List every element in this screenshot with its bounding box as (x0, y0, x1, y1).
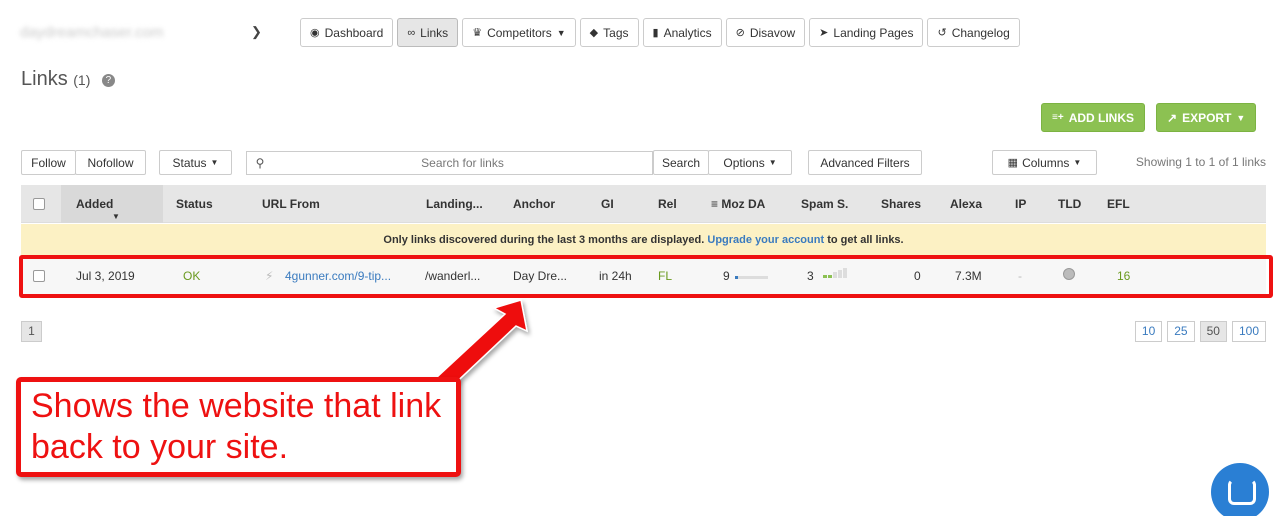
chat-widget-icon[interactable] (1211, 463, 1269, 516)
annotation-callout: Shows the website that link back to your… (16, 377, 461, 477)
